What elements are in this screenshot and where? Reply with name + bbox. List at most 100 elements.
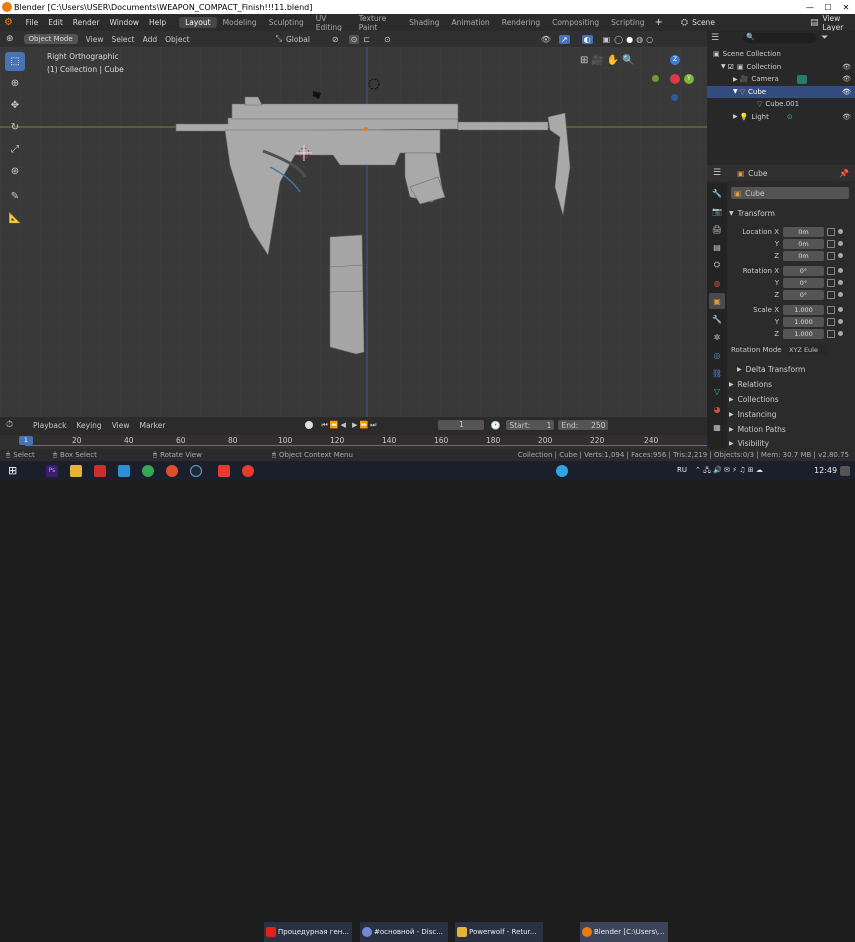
view-menu[interactable]: View <box>86 35 104 44</box>
gizmo-x-axis[interactable] <box>670 74 680 84</box>
proportional-edit-icon[interactable]: ⊙ <box>384 35 391 44</box>
physics-tab-icon[interactable]: ◎ <box>709 347 725 363</box>
rotate-tool-icon[interactable]: ↻ <box>5 118 25 137</box>
lock-icon[interactable] <box>827 227 835 236</box>
measure-tool-icon[interactable]: 📐 <box>5 209 25 228</box>
transform-orientation-select[interactable]: Global <box>286 35 310 44</box>
view-layer-label[interactable]: View Layer <box>822 14 855 32</box>
maximize-button[interactable]: ☐ <box>819 0 837 14</box>
view-layer-tab-icon[interactable]: ▤ <box>709 239 725 255</box>
material-shading-icon[interactable]: ◍ <box>636 35 643 44</box>
keyframe-dot-icon[interactable] <box>838 307 843 312</box>
language-indicator[interactable]: RU <box>677 466 687 474</box>
snap-icon[interactable]: ⊙ <box>348 34 360 44</box>
rendered-shading-icon[interactable]: ○ <box>646 35 653 44</box>
outliner-item-cube[interactable]: ▼ ▽ Cube 👁 <box>707 85 855 98</box>
lock-icon[interactable] <box>827 266 835 275</box>
camera-data-icon[interactable] <box>796 74 807 84</box>
transform-panel-header[interactable]: ▼ Transform <box>729 206 853 220</box>
constraints-tab-icon[interactable]: ⛓ <box>709 365 725 381</box>
outliner-item-camera[interactable]: ▶ 🎥 Camera 👁 <box>707 73 855 86</box>
tab-layout[interactable]: Layout <box>179 17 217 28</box>
gizmo-toggle-icon[interactable]: ↗ <box>558 34 570 44</box>
checkbox-icon[interactable]: ☑ <box>728 63 734 71</box>
timeline-editor-icon[interactable]: ⏱ <box>6 420 13 430</box>
outliner-item-light[interactable]: ▶ 💡 Light ⊙ 👁 <box>707 111 855 124</box>
current-frame-field[interactable]: 1 <box>438 420 485 430</box>
properties-editor-icon[interactable]: ☰ <box>713 168 721 178</box>
scale-y-field[interactable]: 1.000 <box>783 316 824 327</box>
rotation-mode-select[interactable]: XYZ Eule <box>787 344 828 355</box>
eye-icon[interactable]: 👁 <box>842 63 851 71</box>
location-z-field[interactable]: 0m <box>783 250 824 261</box>
rotation-z-field[interactable]: 0° <box>783 289 824 300</box>
photoshop-icon[interactable]: Ps <box>46 465 58 477</box>
opera-icon[interactable] <box>242 465 254 477</box>
transform-tool-icon[interactable]: ⊛ <box>5 162 25 181</box>
playback-controls[interactable]: ⏮⏪◀ ▶⏩⏭ <box>321 421 378 430</box>
lock-icon[interactable] <box>827 329 835 338</box>
add-workspace-icon[interactable]: + <box>650 17 666 28</box>
3d-viewport[interactable]: Right Orthographic (1) Collection | Cube… <box>0 47 707 417</box>
scene-tab-icon[interactable]: ⛭ <box>709 257 725 273</box>
visibility-icon[interactable]: 👁 <box>541 35 551 44</box>
ea-icon[interactable] <box>166 465 178 477</box>
taskbar-item-discord[interactable]: #основной - Disc... <box>360 922 448 942</box>
object-menu[interactable]: Object <box>165 35 189 44</box>
solid-shading-icon[interactable]: ● <box>626 35 633 44</box>
timeline-view-menu[interactable]: View <box>112 421 130 430</box>
start-frame-field[interactable]: Start: 1 <box>506 420 555 430</box>
editor-type-icon[interactable]: ⊕ <box>6 34 14 44</box>
render-tab-icon[interactable]: 📷 <box>709 203 725 219</box>
blender-menu-icon[interactable]: ⚙ <box>4 17 17 29</box>
zoom-icon[interactable]: 🔍 <box>622 55 634 66</box>
menu-window[interactable]: Window <box>104 18 144 27</box>
menu-help[interactable]: Help <box>144 18 171 27</box>
delta-transform-panel[interactable]: ▶ Delta Transform <box>737 362 855 376</box>
modifier-tab-icon[interactable]: 🔧 <box>709 311 725 327</box>
scene-label[interactable]: Scene <box>692 18 715 27</box>
clock[interactable]: 12:49 <box>814 466 837 475</box>
outliner-item-cube-mesh[interactable]: ▽ Cube.001 <box>707 98 855 111</box>
telegram-icon[interactable] <box>556 465 568 477</box>
object-name-field[interactable]: ▣ Cube <box>731 187 849 199</box>
select-menu[interactable]: Select <box>111 35 134 44</box>
light-data-icon[interactable]: ⊙ <box>787 113 793 121</box>
minimize-button[interactable]: — <box>801 0 819 14</box>
scene-icon[interactable]: ⛭ <box>681 18 688 28</box>
texture-tab-icon[interactable]: ▦ <box>709 419 725 435</box>
gizmo-y-axis[interactable]: Y <box>684 74 694 84</box>
visibility-panel[interactable]: ▶ Visibility <box>729 436 853 450</box>
eye-icon[interactable]: 👁 <box>842 113 851 121</box>
toggle-grid-icon[interactable]: ⊞ <box>580 55 588 66</box>
instancing-panel[interactable]: ▶ Instancing <box>729 407 853 421</box>
app-icon[interactable] <box>118 465 130 477</box>
collections-panel[interactable]: ▶ Collections <box>729 392 853 406</box>
mode-select[interactable]: Object Mode <box>23 34 78 44</box>
filter-icon[interactable]: ⏷ <box>821 33 828 43</box>
start-windows-icon[interactable]: ⊞ <box>8 465 20 477</box>
select-box-tool-icon[interactable]: ⬚ <box>5 52 25 71</box>
taskbar-item-youtube[interactable]: Процедурная ген... <box>264 922 352 942</box>
keyframe-dot-icon[interactable] <box>838 253 843 258</box>
tab-uv-editing[interactable]: UV Editing <box>310 13 353 33</box>
scale-tool-icon[interactable]: ⤢ <box>5 140 25 159</box>
navigation-gizmo[interactable]: Z Y <box>652 55 700 105</box>
app-icon[interactable] <box>94 465 106 477</box>
lock-icon[interactable] <box>827 278 835 287</box>
record-icon[interactable] <box>305 421 314 429</box>
menu-edit[interactable]: Edit <box>43 18 68 27</box>
lock-icon[interactable] <box>827 290 835 299</box>
tab-rendering[interactable]: Rendering <box>496 17 546 28</box>
location-y-field[interactable]: 0m <box>783 238 824 249</box>
camera-view-icon[interactable]: 🎥 <box>591 55 603 66</box>
clock-icon[interactable]: 🕐 <box>490 421 500 430</box>
taskbar-item-blender[interactable]: Blender [C:\Users\... <box>580 922 668 942</box>
taskbar-item-media[interactable]: Powerwolf - Retur... <box>455 922 543 942</box>
lock-icon[interactable] <box>827 251 835 260</box>
gizmo-neg-y-axis[interactable] <box>652 75 659 82</box>
keyframe-dot-icon[interactable] <box>838 229 843 234</box>
marker-menu[interactable]: Marker <box>140 421 166 430</box>
pin-icon[interactable]: 📌 <box>839 169 849 178</box>
close-button[interactable]: ✕ <box>837 0 855 14</box>
